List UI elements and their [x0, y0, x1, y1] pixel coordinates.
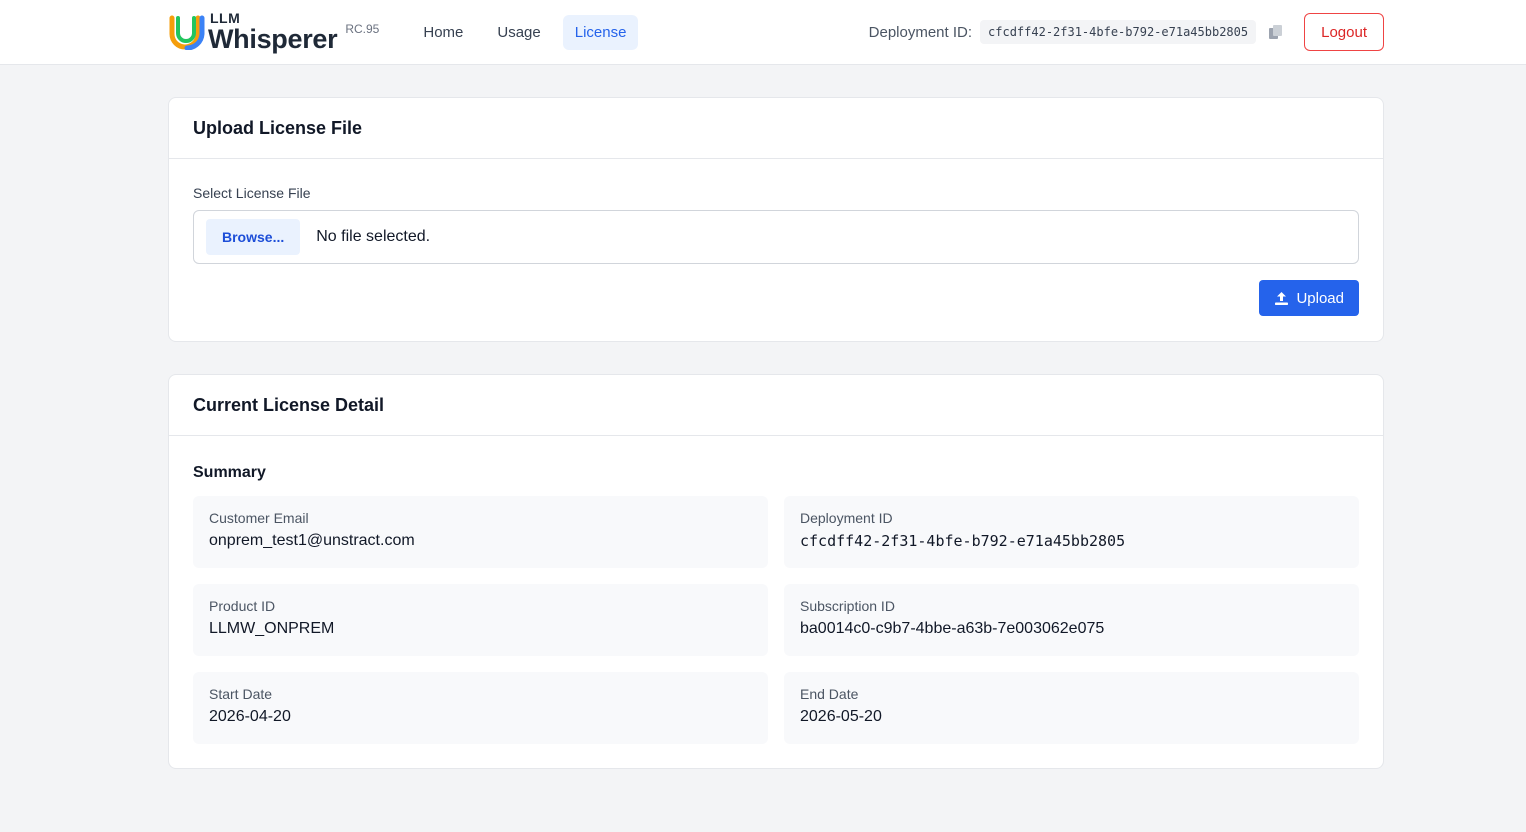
subscription-id-tile: Subscription ID ba0014c0-c9b7-4bbe-a63b-…	[784, 584, 1359, 656]
deployment-id-label: Deployment ID:	[868, 23, 973, 41]
select-license-file-label: Select License File	[193, 185, 311, 201]
end-date-value: 2026-05-20	[800, 708, 882, 725]
customer-email-label: Customer Email	[209, 510, 309, 526]
subscription-id-value: ba0014c0-c9b7-4bbe-a63b-7e003062e075	[800, 620, 1105, 637]
subscription-id-label: Subscription ID	[800, 598, 895, 614]
customer-email-value: onprem_test1@unstract.com	[209, 532, 415, 549]
logo-name-text: Whisperer	[208, 24, 338, 54]
start-date-value: 2026-04-20	[209, 708, 291, 725]
license-summary-grid: Customer Email onprem_test1@unstract.com…	[193, 496, 1359, 744]
browse-button[interactable]: Browse...	[206, 219, 301, 255]
nav-usage[interactable]: Usage	[485, 15, 552, 50]
deployment-id-tile-value: cfcdff42-2f31-4bfe-b792-e71a45bb2805	[800, 532, 1126, 550]
detail-card-body: Summary Customer Email onprem_test1@unst…	[169, 436, 1383, 768]
deployment-id-tile: Deployment ID cfcdff42-2f31-4bfe-b792-e7…	[784, 496, 1359, 568]
product-id-label: Product ID	[209, 598, 276, 614]
version-label: RC.95	[345, 22, 380, 36]
product-id-tile: Product ID LLMW_ONPREM	[193, 584, 768, 656]
deployment-id-value: cfcdff42-2f31-4bfe-b792-e71a45bb2805	[980, 20, 1257, 44]
product-id-value: LLMW_ONPREM	[209, 620, 335, 637]
summary-heading: Summary	[193, 464, 266, 481]
top-navigation-inner: LLM Whisperer RC.95 Home Usage License D…	[168, 0, 1384, 64]
license-detail-card: Current License Detail Summary Customer …	[168, 374, 1384, 769]
top-navigation-bar: LLM Whisperer RC.95 Home Usage License D…	[0, 0, 1526, 65]
upload-card-body: Select License File Browse... No file se…	[169, 159, 1383, 340]
logo-mark-icon	[169, 15, 205, 50]
upload-button[interactable]: Upload	[1259, 280, 1359, 316]
copy-icon[interactable]	[1266, 22, 1286, 42]
file-status-text: No file selected.	[316, 228, 431, 245]
upload-button-row: Upload	[193, 280, 1359, 316]
logo-small-text: LLM	[210, 10, 241, 26]
upload-button-label: Upload	[1296, 289, 1344, 307]
end-date-label: End Date	[800, 686, 859, 702]
upload-card-title: Upload License File	[193, 117, 363, 138]
upload-card-header: Upload License File	[169, 98, 1383, 159]
logout-button[interactable]: Logout	[1304, 13, 1384, 51]
start-date-label: Start Date	[209, 686, 273, 702]
upload-icon	[1275, 291, 1289, 305]
deployment-id-tile-label: Deployment ID	[800, 510, 893, 526]
logo-text: LLM Whisperer	[208, 10, 338, 54]
app-logo[interactable]: LLM Whisperer RC.95	[168, 0, 379, 64]
nav-home[interactable]: Home	[411, 15, 475, 50]
upload-license-card: Upload License File Select License File …	[168, 97, 1384, 342]
main-nav: Home Usage License	[411, 14, 639, 50]
start-date-tile: Start Date 2026-04-20	[193, 672, 768, 744]
end-date-tile: End Date 2026-05-20	[784, 672, 1359, 744]
copy-icon-glyph	[1269, 25, 1283, 39]
detail-card-title: Current License Detail	[193, 394, 385, 415]
nav-license[interactable]: License	[562, 14, 639, 50]
detail-card-header: Current License Detail	[169, 375, 1383, 436]
customer-email-tile: Customer Email onprem_test1@unstract.com	[193, 496, 768, 568]
license-file-input[interactable]: Browse... No file selected.	[193, 210, 1359, 264]
